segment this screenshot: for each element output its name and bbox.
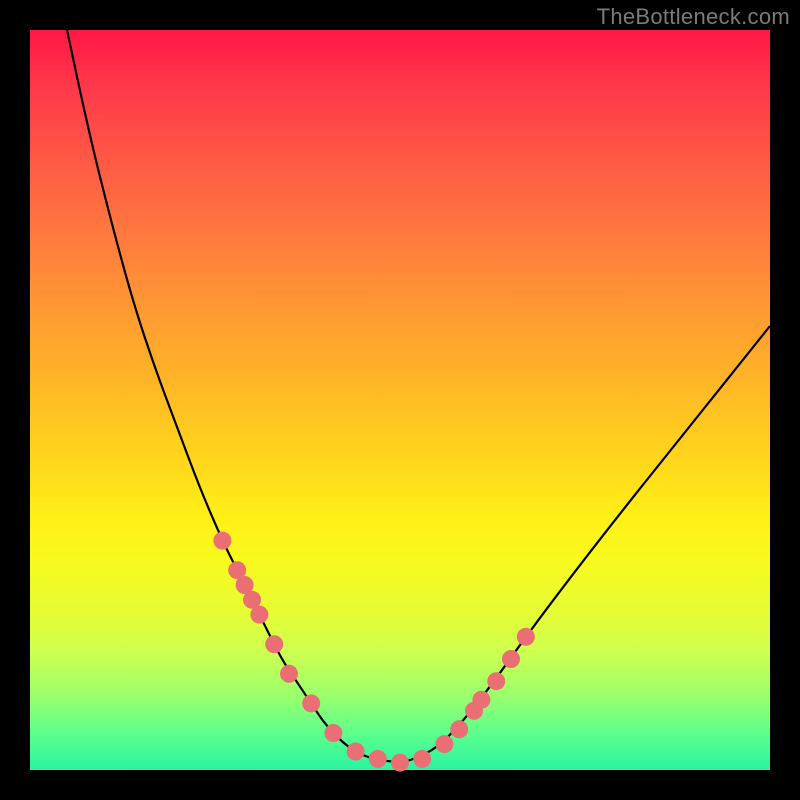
data-marker [391, 754, 409, 772]
data-marker [472, 691, 490, 709]
data-marker [435, 735, 453, 753]
data-marker [413, 750, 431, 768]
data-marker [250, 606, 268, 624]
watermark-label: TheBottleneck.com [597, 4, 790, 30]
data-marker [265, 635, 283, 653]
data-marker [302, 694, 320, 712]
chart-frame: TheBottleneck.com [0, 0, 800, 800]
data-marker [347, 743, 365, 761]
data-marker [213, 532, 231, 550]
data-marker [450, 720, 468, 738]
data-marker [324, 724, 342, 742]
data-marker [517, 628, 535, 646]
bottleneck-curve [67, 30, 770, 762]
markers-group [213, 532, 534, 772]
data-marker [369, 750, 387, 768]
data-marker [487, 672, 505, 690]
data-marker [502, 650, 520, 668]
chart-overlay [30, 30, 770, 770]
data-marker [280, 665, 298, 683]
